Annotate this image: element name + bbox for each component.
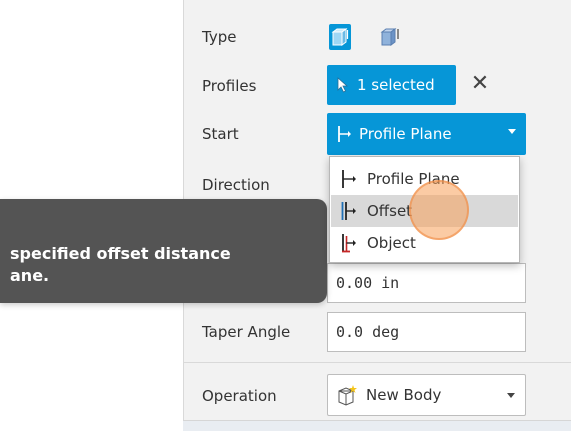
operation-label: Operation xyxy=(202,387,277,405)
start-dropdown[interactable]: Profile Plane xyxy=(327,113,526,155)
type-label: Type xyxy=(202,28,237,46)
profiles-label: Profiles xyxy=(202,77,257,95)
taper-angle-label: Taper Angle xyxy=(202,323,291,341)
distance-field[interactable]: 0.00 in xyxy=(327,263,526,303)
extrude-type-one-side-button[interactable] xyxy=(329,24,351,50)
menu-item-label: Object xyxy=(367,234,416,252)
taper-angle-value: 0.0 deg xyxy=(336,323,400,341)
direction-label: Direction xyxy=(202,176,270,194)
new-body-icon xyxy=(338,385,357,406)
menu-item-label: Offset xyxy=(367,202,413,220)
extrude-type-thin-button[interactable] xyxy=(379,24,401,50)
tooltip-line-1: specified offset distance xyxy=(10,244,231,263)
start-label: Start xyxy=(202,125,239,143)
clear-selection-icon[interactable]: ✕ xyxy=(470,72,490,96)
operation-selected-value: New Body xyxy=(366,386,442,404)
profiles-select-button[interactable]: 1 selected xyxy=(327,65,456,105)
extrude-solid-icon xyxy=(331,28,349,46)
distance-value: 0.00 in xyxy=(336,274,400,292)
profile-plane-icon xyxy=(338,126,351,142)
start-selected-value: Profile Plane xyxy=(359,125,452,143)
profile-plane-icon xyxy=(342,170,356,188)
tooltip-line-2: ane. xyxy=(10,266,50,285)
extrude-thin-icon xyxy=(380,28,399,46)
operation-dropdown[interactable]: New Body xyxy=(327,374,526,416)
object-icon xyxy=(342,234,356,253)
tooltip: specified offset distance ane. xyxy=(0,199,327,303)
chevron-down-icon xyxy=(507,393,515,398)
taper-angle-field[interactable]: 0.0 deg xyxy=(327,312,526,352)
chevron-down-icon xyxy=(508,129,516,134)
panel-footer xyxy=(183,420,571,431)
offset-icon xyxy=(341,202,356,220)
cursor-arrow-icon xyxy=(337,77,349,93)
click-indicator xyxy=(409,180,469,240)
profiles-count: 1 selected xyxy=(357,76,435,94)
section-divider xyxy=(183,362,571,363)
